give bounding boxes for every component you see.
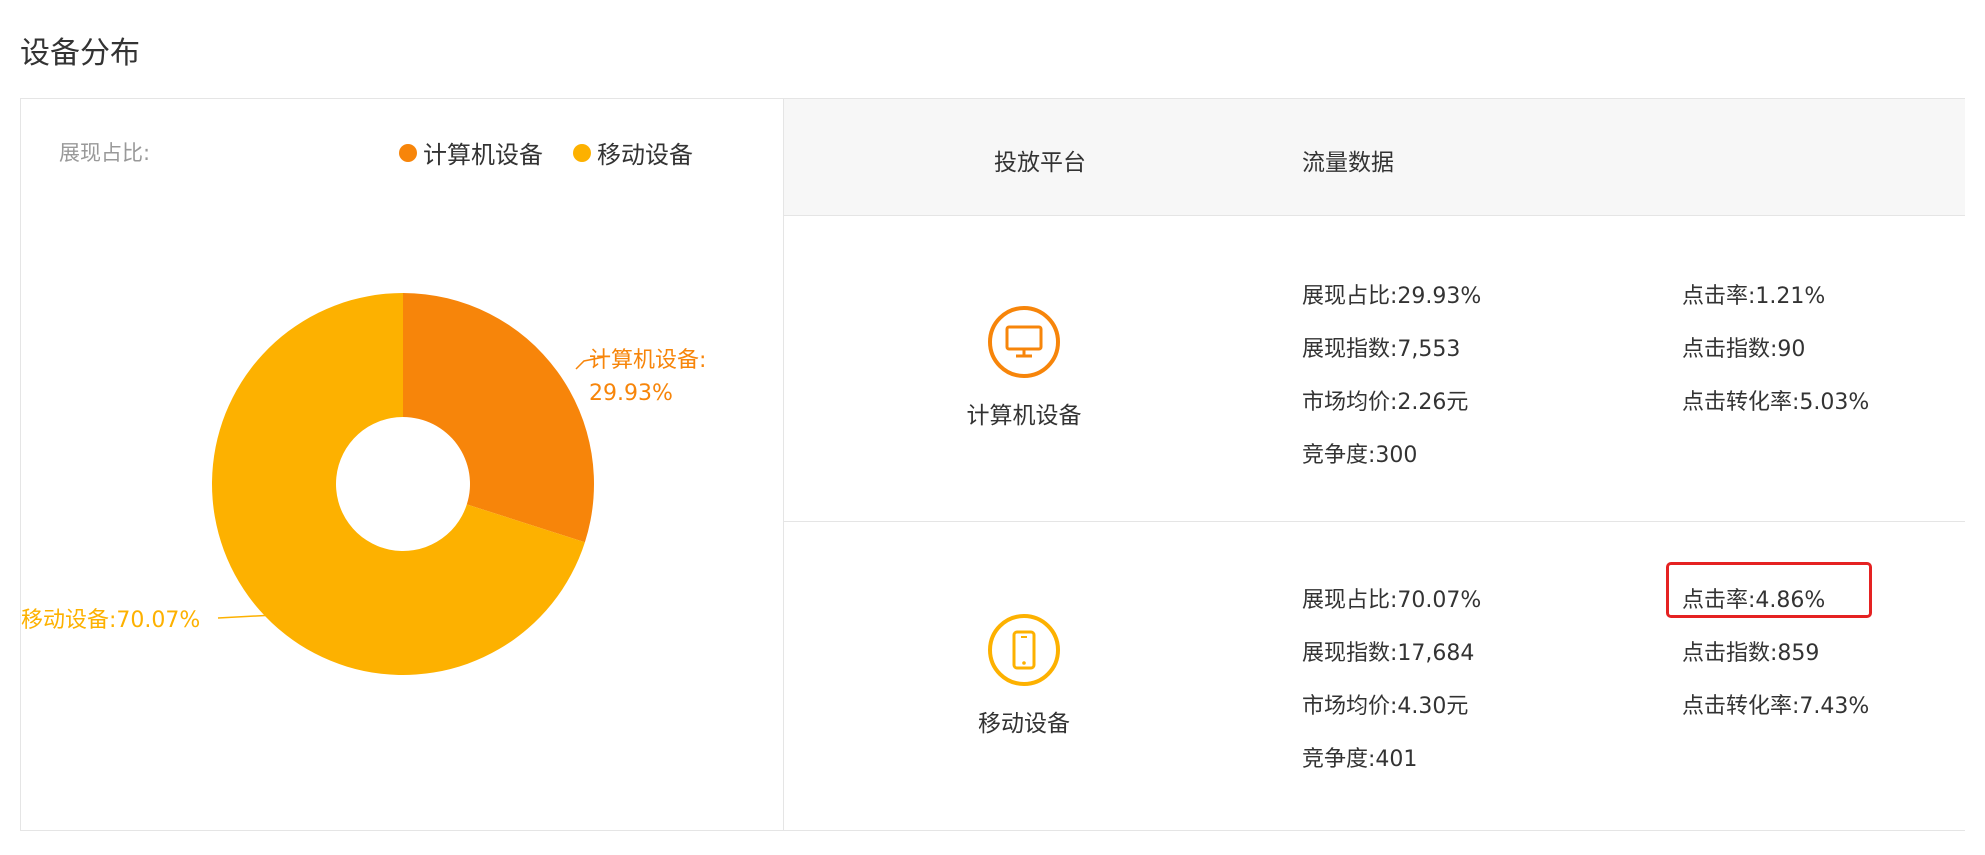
stat-impression-index: 展现指数:17,684 [1302, 641, 1475, 666]
smartphone-icon [988, 614, 1060, 686]
header-traffic: 流量数据 [1302, 150, 1394, 176]
stat-ratio: 展现占比:29.93% [1302, 284, 1482, 309]
stat-impression-index: 展现指数:7,553 [1302, 337, 1461, 362]
stat-click-index: 点击指数:859 [1682, 641, 1820, 666]
platform-label: 移动设备 [978, 711, 1070, 737]
header-platform: 投放平台 [994, 150, 1086, 176]
platform-label: 计算机设备 [966, 403, 1082, 429]
stat-market-price: 市场均价:2.26元 [1302, 390, 1469, 415]
stat-click-index: 点击指数:90 [1682, 337, 1806, 362]
stat-conversion-rate: 点击转化率:7.43% [1682, 694, 1870, 719]
stat-competition: 竞争度:401 [1302, 747, 1418, 772]
donut-chart: 计算机设备: 29.93% 移动设备:70.07% [21, 293, 706, 675]
platform-cell: 移动设备 [934, 614, 1114, 738]
table-row: 移动设备 展现占比:70.07% 展现指数:17,684 市场均价:4.30元 … [784, 522, 1965, 830]
stat-ctr: 点击率:4.86% [1682, 588, 1826, 613]
page-title: 设备分布 [20, 36, 140, 71]
platform-cell: 计算机设备 [934, 306, 1114, 430]
pc-slice-value: 29.93% [589, 381, 673, 406]
table-header: 投放平台 流量数据 [784, 99, 1965, 216]
stat-competition: 竞争度:300 [1302, 443, 1418, 468]
device-distribution-panel: 展现占比: 计算机设备 移动设备 计算机设备: 29.93% 移动设备:70.0… [20, 98, 1965, 831]
pc-slice-label: 计算机设备: [589, 348, 706, 373]
donut-slice-pc[interactable] [403, 293, 594, 543]
chart-panel: 展现占比: 计算机设备 移动设备 计算机设备: 29.93% 移动设备:70.0… [20, 99, 784, 830]
stat-ratio: 展现占比:70.07% [1302, 588, 1482, 613]
monitor-icon [988, 306, 1060, 378]
stat-market-price: 市场均价:4.30元 [1302, 694, 1469, 719]
traffic-table: 投放平台 流量数据 计算机设备 展现占比:29.93% 展现指数:7,553 市… [784, 99, 1965, 830]
stat-conversion-rate: 点击转化率:5.03% [1682, 390, 1870, 415]
mobile-slice-label: 移动设备:70.07% [21, 608, 200, 633]
stat-ctr: 点击率:1.21% [1682, 284, 1826, 309]
table-row: 计算机设备 展现占比:29.93% 展现指数:7,553 市场均价:2.26元 … [784, 216, 1965, 522]
